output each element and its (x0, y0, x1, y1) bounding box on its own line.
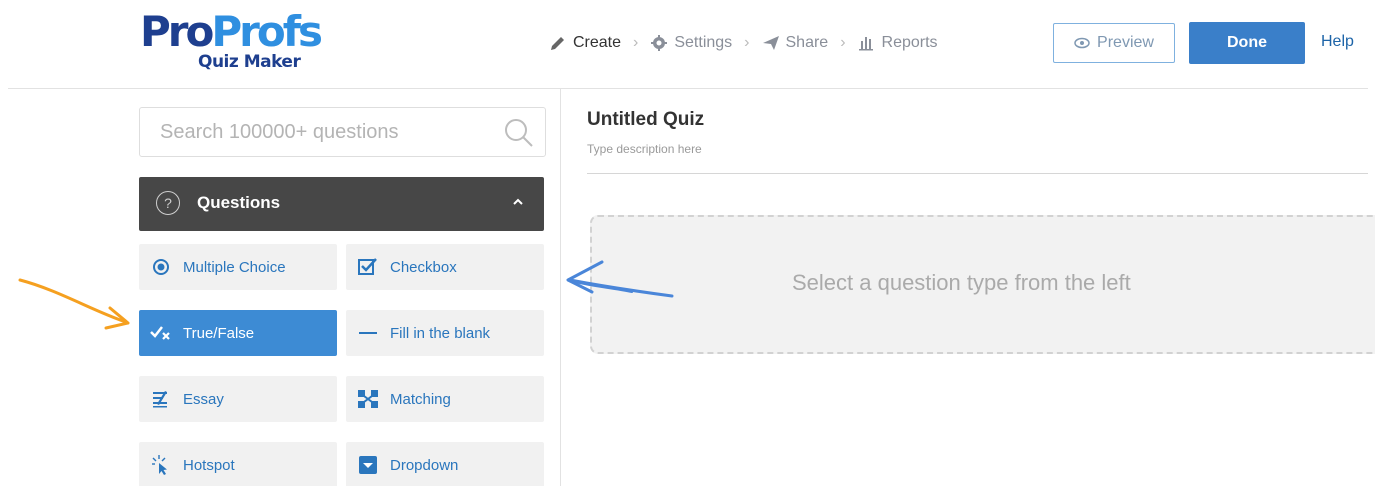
paper-plane-icon (762, 36, 779, 50)
dropdown-icon (346, 456, 390, 474)
radio-icon (139, 258, 183, 276)
chevron-right-icon: › (633, 34, 639, 51)
gear-icon (651, 35, 668, 51)
search-box[interactable]: Search 100000+ questions (139, 107, 546, 157)
question-type-label: Checkbox (390, 258, 457, 276)
logo-brand-part1: Pro (140, 7, 214, 56)
question-type-label: Fill in the blank (390, 324, 491, 342)
logo-product-name: Quiz Maker (198, 52, 301, 72)
orange-annotation-arrow-icon (18, 278, 130, 330)
question-type-dropdown[interactable]: Dropdown (346, 442, 544, 486)
question-type-label: Hotspot (183, 456, 235, 474)
question-type-essay[interactable]: Essay (139, 376, 337, 422)
logo-brand-part2: Profs (211, 7, 323, 56)
help-link[interactable]: Help (1321, 33, 1354, 51)
question-type-checkbox[interactable]: Checkbox (346, 244, 544, 290)
question-type-hotspot[interactable]: Hotspot (139, 442, 337, 486)
step-share[interactable]: Share (762, 34, 829, 52)
title-divider (587, 173, 1368, 174)
quiz-title[interactable]: Untitled Quiz (587, 109, 704, 131)
proprofs-logo[interactable]: ProProfs Quiz Maker (140, 8, 340, 78)
chevron-right-icon: › (744, 34, 750, 51)
pencil-icon (551, 37, 564, 50)
step-share-label: Share (785, 34, 829, 51)
wizard-steps: Create › Settings › Share › Reports (549, 32, 938, 54)
bar-chart-icon (858, 37, 873, 51)
question-type-label: Matching (390, 390, 451, 408)
question-type-matching[interactable]: Matching (346, 376, 544, 422)
questions-panel-header[interactable]: ? Questions (139, 177, 544, 231)
step-settings-label: Settings (674, 34, 733, 51)
search-icon[interactable] (503, 117, 535, 149)
step-create-label: Create (573, 34, 622, 51)
chevron-up-icon[interactable] (512, 196, 524, 208)
question-mark-icon: ? (156, 191, 180, 215)
question-dropzone[interactable]: Select a question type from the left (590, 215, 1375, 354)
step-create[interactable]: Create (549, 34, 621, 52)
eye-icon (1074, 37, 1090, 49)
question-type-label: Essay (183, 390, 224, 408)
question-type-true-false[interactable]: True/False (139, 310, 337, 356)
hotspot-icon (139, 455, 183, 475)
essay-icon (139, 390, 183, 408)
question-type-label: True/False (183, 324, 255, 342)
sidebar-divider (560, 89, 561, 486)
chevron-right-icon: › (840, 34, 846, 51)
header-divider (8, 88, 1368, 89)
question-type-label: Dropdown (390, 456, 459, 474)
step-reports[interactable]: Reports (858, 34, 938, 52)
dash-icon (346, 331, 390, 335)
done-button[interactable]: Done (1189, 22, 1305, 64)
step-settings[interactable]: Settings (650, 34, 732, 52)
checkbox-icon (346, 258, 390, 276)
dropzone-message: Select a question type from the left (792, 270, 1131, 295)
preview-button[interactable]: Preview (1053, 23, 1175, 63)
question-type-multiple-choice[interactable]: Multiple Choice (139, 244, 337, 290)
matching-icon (346, 390, 390, 408)
true-false-icon (139, 325, 183, 341)
search-input[interactable]: Search 100000+ questions (160, 121, 399, 144)
question-type-label: Multiple Choice (183, 258, 286, 276)
preview-label: Preview (1097, 34, 1154, 51)
questions-panel-title: Questions (197, 193, 281, 212)
blue-annotation-arrow-icon (566, 260, 674, 298)
step-reports-label: Reports (881, 34, 938, 51)
question-type-fill-in-the-blank[interactable]: Fill in the blank (346, 310, 544, 356)
quiz-description-field[interactable]: Type description here (587, 142, 702, 156)
